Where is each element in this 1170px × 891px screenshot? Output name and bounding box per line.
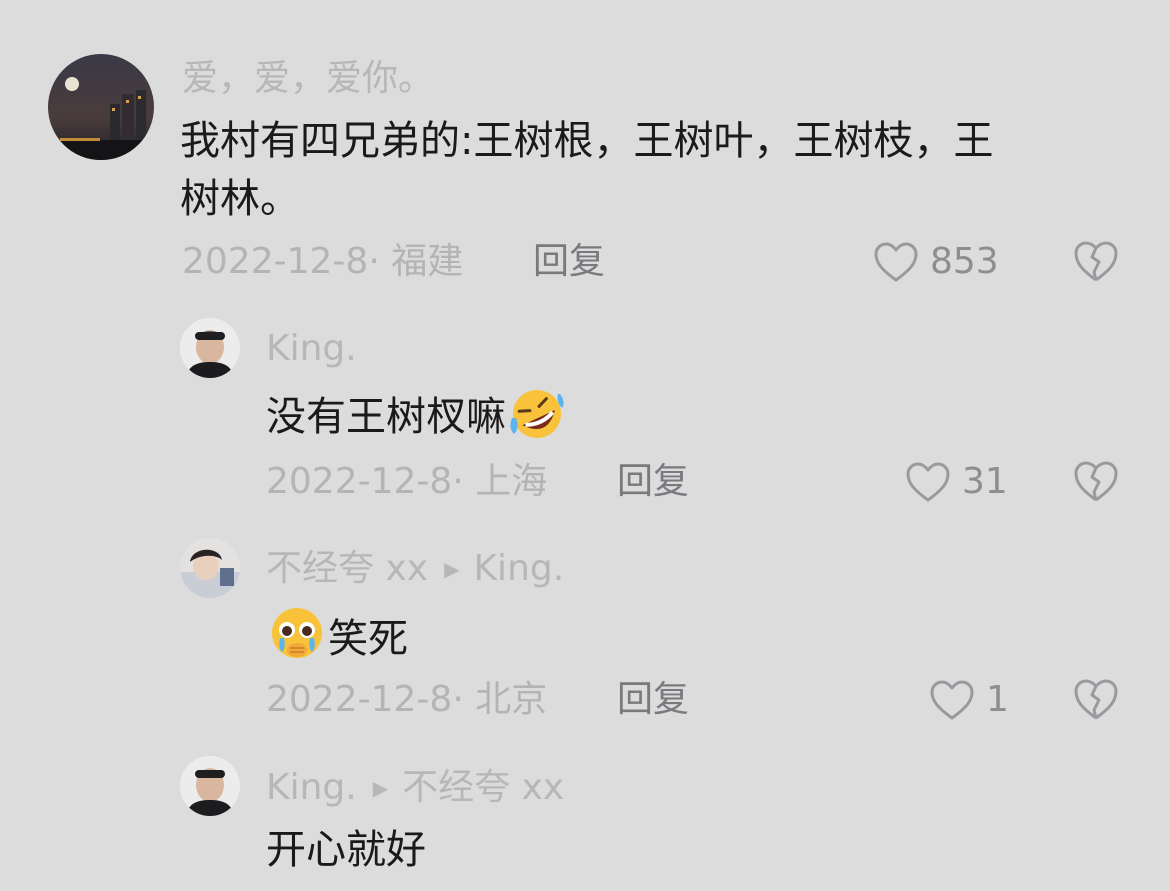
- reply-arrow-icon: ▶: [372, 776, 389, 800]
- comment-date: 2022-12-8: [182, 241, 369, 282]
- broken-heart-icon: [1074, 461, 1118, 502]
- like-button[interactable]: 1: [928, 676, 1009, 724]
- pleading-face-emoji-icon: [272, 608, 322, 658]
- dislike-button[interactable]: [1072, 458, 1120, 504]
- reply-location: 上海: [475, 461, 548, 502]
- heart-icon: [930, 680, 974, 720]
- heart-icon: [874, 242, 918, 282]
- comment-username[interactable]: 爱，爱，爱你。: [182, 57, 434, 101]
- heart-icon: [906, 462, 950, 502]
- dislike-button[interactable]: [1072, 238, 1120, 284]
- reply-text: 没有王树杈嘛: [266, 384, 568, 445]
- reply-text: 开心就好: [266, 827, 426, 873]
- reply-text: 笑死: [266, 604, 408, 667]
- reply-date: 2022-12-8: [266, 679, 453, 720]
- comment-location: 福建: [391, 241, 464, 282]
- avatar[interactable]: [48, 54, 154, 160]
- like-button[interactable]: 853: [872, 238, 999, 286]
- reply-to-username[interactable]: 不经夸 xx: [402, 767, 564, 808]
- broken-heart-icon: [1074, 679, 1118, 720]
- reply-username[interactable]: King.: [266, 327, 357, 371]
- meta-separator: ·: [368, 241, 380, 282]
- reply-button[interactable]: 回复: [533, 240, 605, 284]
- avatar[interactable]: [180, 318, 240, 378]
- reply-header: 不经夸 xx ▶ King.: [266, 547, 564, 591]
- like-count: 853: [930, 241, 999, 282]
- reply-header: King. ▶ 不经夸 xx: [266, 766, 564, 810]
- like-count: 1: [986, 679, 1009, 720]
- comment-text-line-2: 树林。: [180, 176, 300, 222]
- rofl-emoji-icon: [510, 390, 564, 438]
- reply-date: 2022-12-8: [266, 461, 453, 502]
- reply-button[interactable]: 回复: [617, 678, 689, 722]
- reply-username[interactable]: King.: [266, 767, 357, 808]
- broken-heart-icon: [1074, 241, 1118, 282]
- reply-username[interactable]: 不经夸 xx: [266, 548, 428, 589]
- like-button[interactable]: 31: [904, 458, 1008, 506]
- avatar[interactable]: [180, 538, 240, 598]
- reply-location: 北京: [475, 679, 548, 720]
- reply-meta: 2022-12-8· 上海: [266, 460, 547, 504]
- meta-separator: ·: [452, 679, 464, 720]
- reply-text-content: 没有王树杈嘛: [266, 394, 506, 440]
- reply-text-content: 笑死: [328, 616, 408, 662]
- like-count: 31: [962, 461, 1008, 502]
- reply-arrow-icon: ▶: [444, 557, 460, 581]
- avatar[interactable]: [180, 756, 240, 816]
- meta-separator: ·: [452, 461, 464, 502]
- dislike-button[interactable]: [1072, 676, 1120, 722]
- comment-text-line-1: 我村有四兄弟的:王树根，王树叶，王树枝，王: [180, 118, 994, 164]
- reply-to-username[interactable]: King.: [473, 548, 564, 589]
- reply-button[interactable]: 回复: [617, 460, 689, 504]
- comment-meta: 2022-12-8· 福建: [182, 240, 463, 284]
- reply-meta: 2022-12-8· 北京: [266, 678, 547, 722]
